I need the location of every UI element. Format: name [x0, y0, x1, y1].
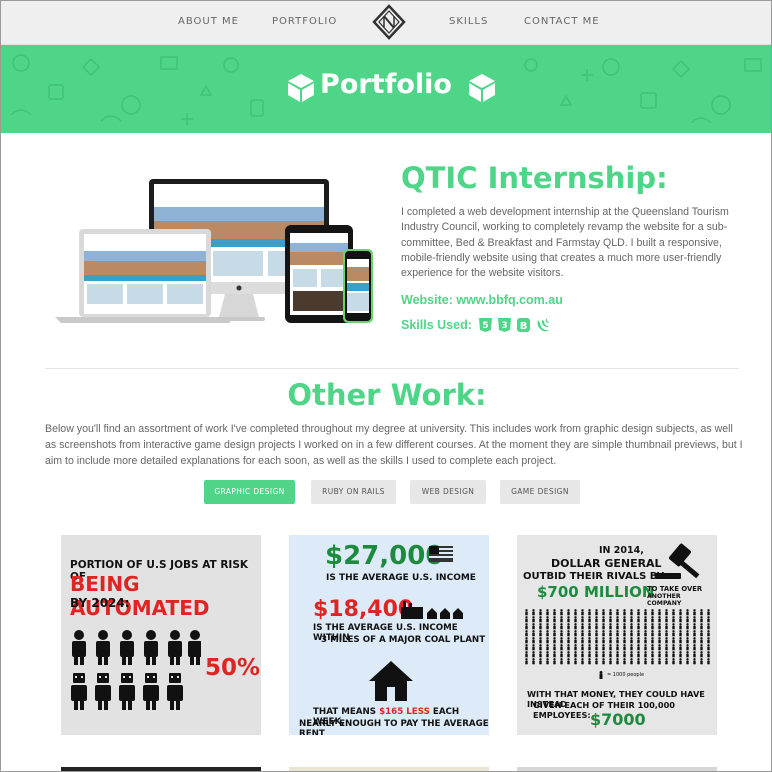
- card2-text2b: 3 MILES OF A MAJOR COAL PLANT: [321, 635, 486, 645]
- card3-line3: OUTBID THEIR RIVALS BY: [523, 571, 665, 582]
- portfolio-card-next-3[interactable]: [517, 767, 717, 771]
- card3-legend: = 1000 people: [607, 672, 645, 678]
- website-row: Website: www.bbfq.com.au: [401, 293, 563, 307]
- portfolio-card-dollar-general[interactable]: IN 2014, DOLLAR GENERAL OUTBID THEIR RIV…: [517, 535, 717, 735]
- svg-text:B: B: [520, 321, 528, 332]
- card3-line1: IN 2014,: [599, 545, 644, 556]
- nav-about[interactable]: ABOUT ME: [178, 16, 239, 27]
- portfolio-card-next-2[interactable]: [289, 767, 489, 771]
- other-work-heading: Other Work:: [287, 378, 487, 412]
- skills-label: Skills Used:: [401, 318, 472, 332]
- device-mockup-image: [55, 179, 373, 323]
- card3-side2: ANOTHER COMPANY: [647, 593, 682, 607]
- top-nav: ABOUT ME PORTFOLIO SKILLS CONTACT ME: [1, 1, 771, 45]
- website-label: Website:: [401, 293, 453, 307]
- card3-line2: DOLLAR GENERAL: [551, 557, 662, 570]
- nav-skills[interactable]: SKILLS: [449, 16, 488, 27]
- nav-contact[interactable]: CONTACT ME: [524, 16, 600, 27]
- card2-amount2: $18,400: [313, 597, 414, 622]
- card1-percent: 50%: [205, 655, 261, 681]
- page-title: Portfolio: [320, 69, 452, 100]
- card1-line3: BY 2024:: [70, 596, 130, 610]
- card2-text1: IS THE AVERAGE U.S. INCOME: [326, 573, 476, 583]
- card3-amount: $700 MILLION: [537, 583, 655, 601]
- css3-icon: 3: [498, 318, 511, 332]
- house-icon: [369, 661, 413, 701]
- portfolio-card-automation[interactable]: PORTION OF U.S JOBS AT RISK OF BEING AUT…: [61, 535, 261, 735]
- filter-web-design-button[interactable]: WEB DESIGN: [410, 480, 486, 504]
- portfolio-card-coal-income[interactable]: $27,000 IS THE AVERAGE U.S. INCOME $18,4…: [289, 535, 489, 735]
- svg-text:5: 5: [482, 321, 488, 331]
- filter-graphic-design-button[interactable]: GRAPHIC DESIGN: [204, 480, 295, 504]
- qtic-description: I completed a web development internship…: [401, 206, 729, 280]
- card3-side1: TO TAKE OVER: [647, 585, 703, 593]
- workers-robots-icon: [71, 630, 201, 710]
- card2-amount1: $27,000: [325, 541, 444, 571]
- html5-icon: 5: [479, 318, 492, 332]
- jquery-icon: [537, 319, 549, 332]
- section-divider: [45, 368, 739, 369]
- svg-text:3: 3: [501, 321, 507, 331]
- filter-game-design-button[interactable]: GAME DESIGN: [500, 480, 580, 504]
- person-icon: [599, 671, 603, 679]
- portfolio-banner: Portfolio: [1, 45, 771, 133]
- other-work-description: Below you'll find an assortment of work …: [45, 423, 743, 467]
- gavel-icon: [655, 543, 700, 579]
- website-link[interactable]: www.bbfq.com.au: [456, 293, 562, 307]
- qtic-heading: QTIC Internship:: [401, 161, 668, 195]
- page: ABOUT ME PORTFOLIO SKILLS CONTACT ME Por…: [0, 0, 772, 772]
- card2-text3b: NEARLY ENOUGH TO PAY THE AVERAGE RENT: [299, 719, 489, 735]
- bootstrap-icon: B: [517, 318, 530, 332]
- us-flag-icon: [429, 546, 453, 562]
- site-logo-icon[interactable]: [372, 4, 406, 40]
- card3-amount2: $7000: [590, 710, 646, 729]
- filter-ruby-on-rails-button[interactable]: RUBY ON RAILS: [311, 480, 396, 504]
- nav-portfolio[interactable]: PORTFOLIO: [272, 16, 337, 27]
- cube-icon: [469, 74, 495, 102]
- portfolio-card-next-1[interactable]: [61, 767, 261, 771]
- people-grid-icon: [523, 609, 711, 665]
- factory-houses-icon: [401, 601, 463, 619]
